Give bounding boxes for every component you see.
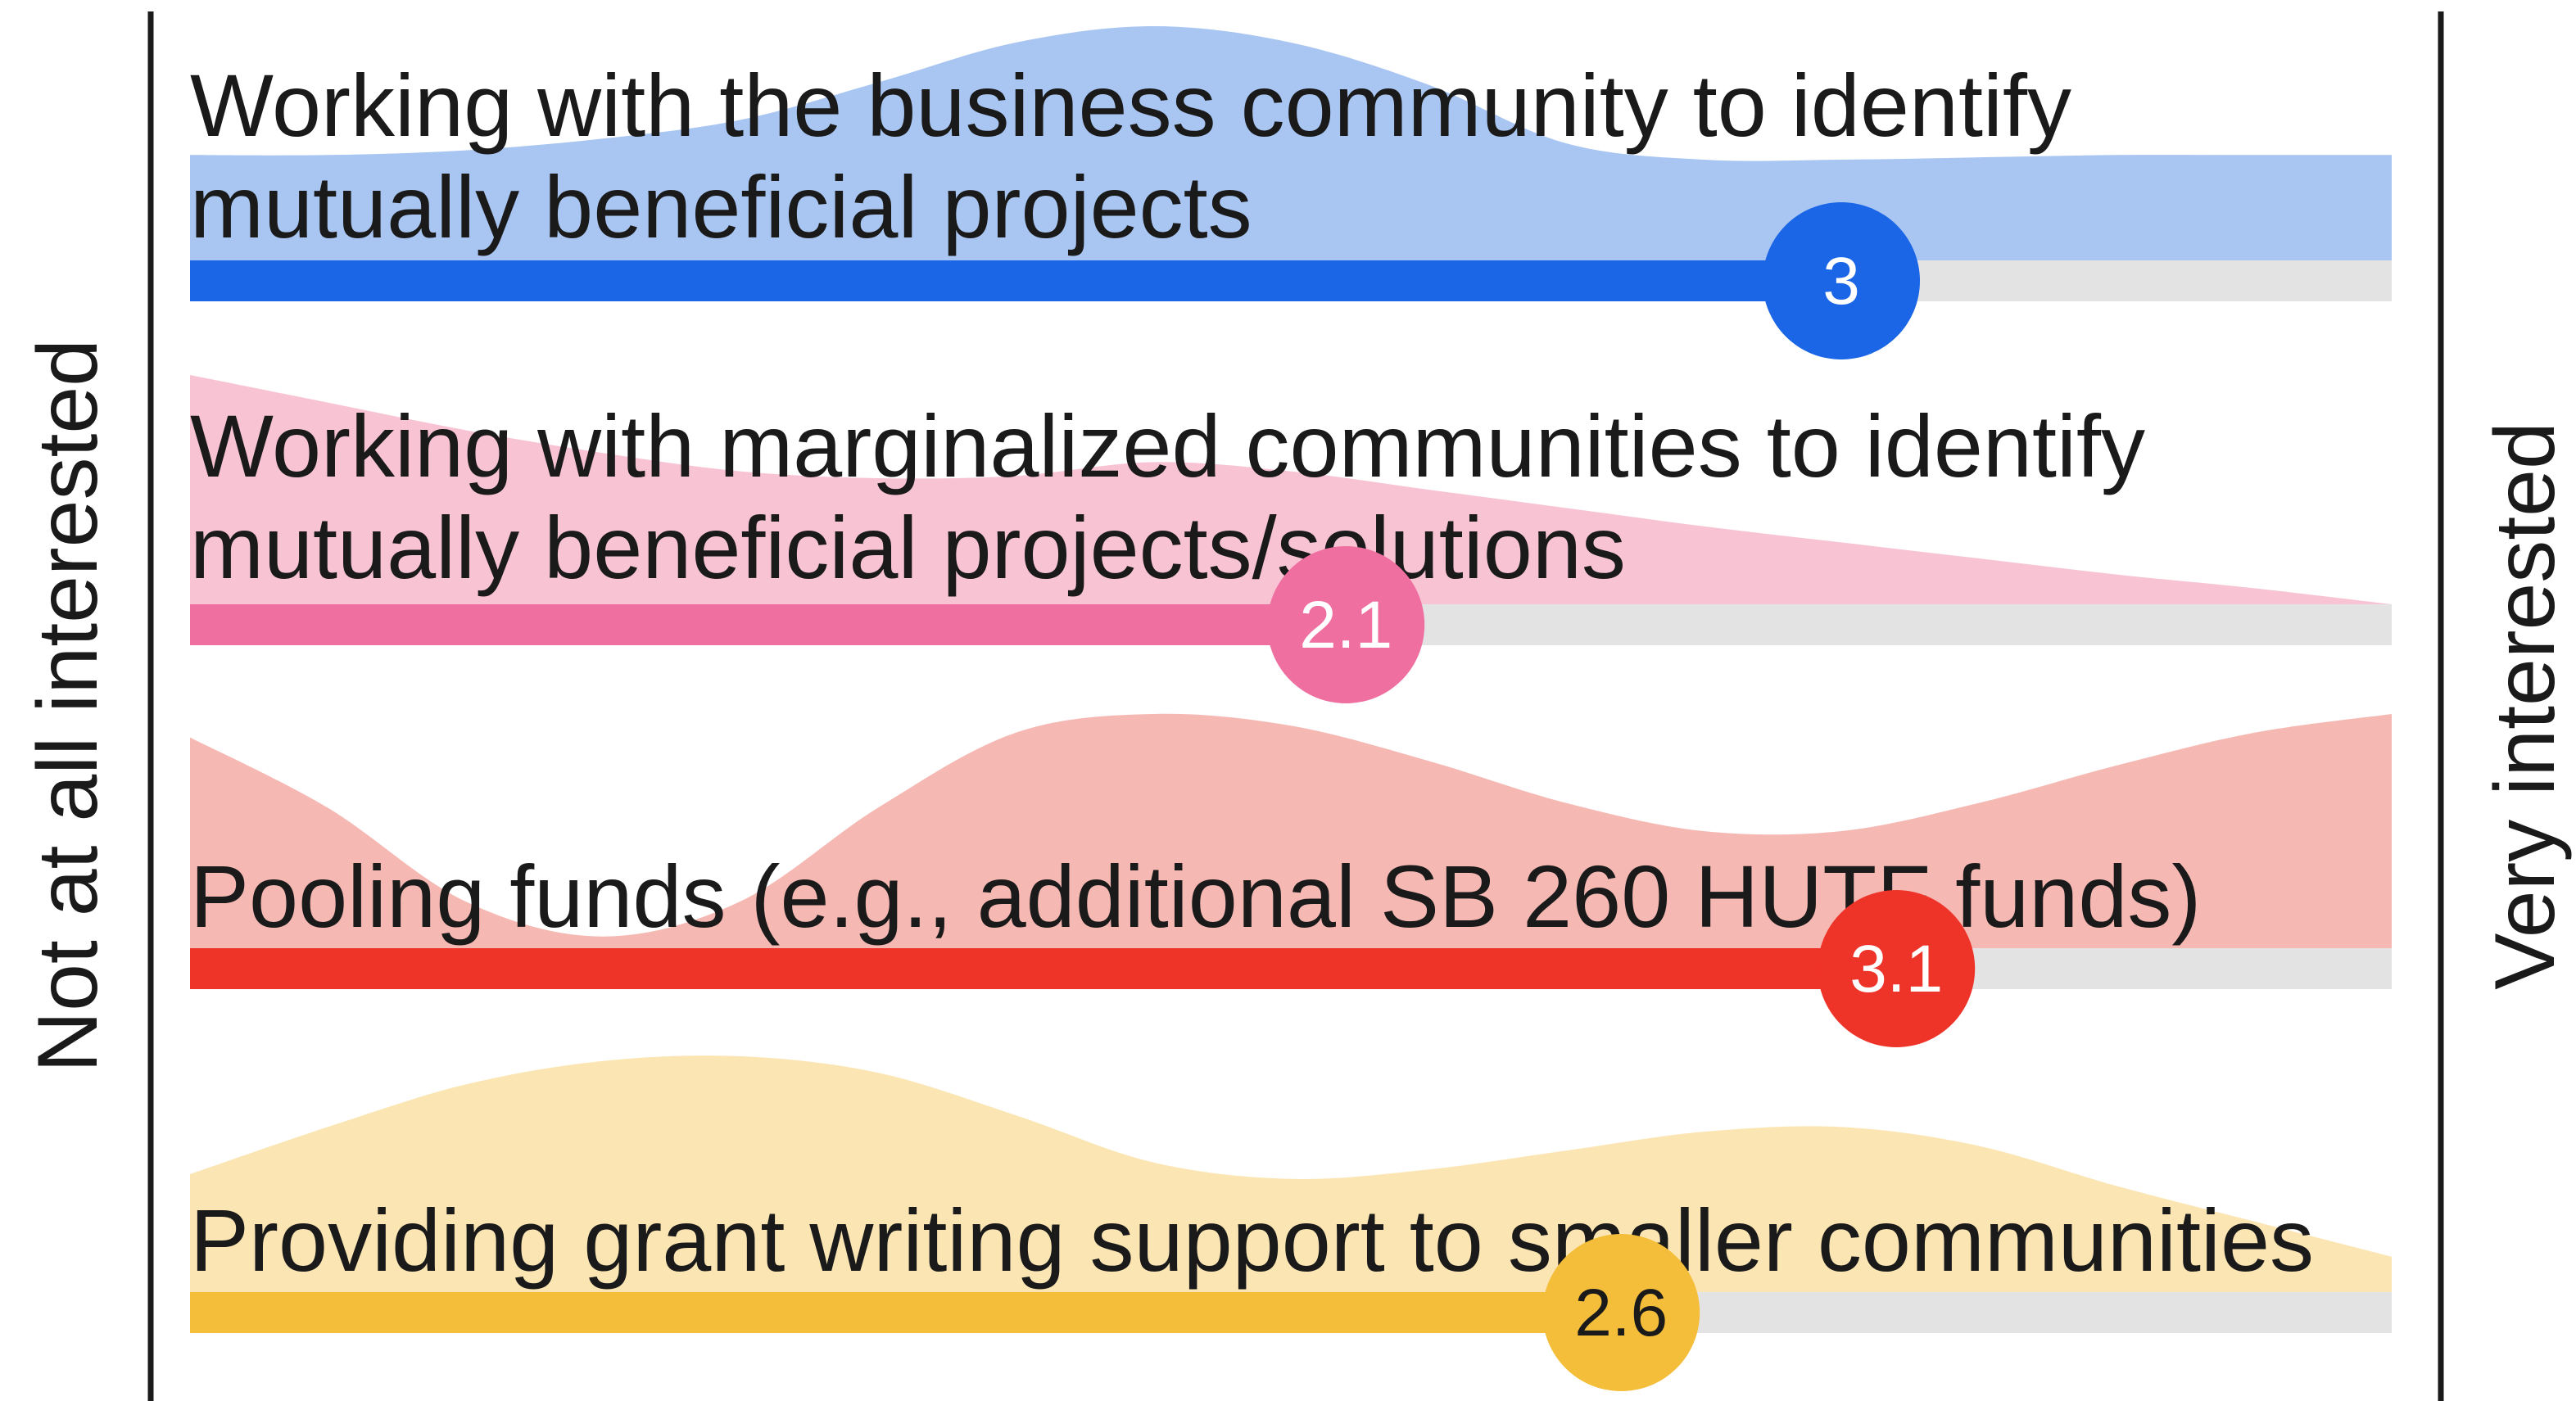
average-bar <box>190 260 1841 301</box>
item-label-line: Working with the business community to i… <box>190 56 2071 155</box>
average-badge-value: 3.1 <box>1849 932 1943 1006</box>
chart-area: Not at all interested Very interested Wo… <box>20 11 2573 1401</box>
average-bar <box>190 1292 1622 1333</box>
average-badge-value: 3 <box>1822 244 1860 319</box>
chart-row: Working with marginalized communities to… <box>190 375 2392 703</box>
average-bar <box>190 948 1897 989</box>
axis-right-label: Very interested <box>2478 422 2573 990</box>
chart-row: Pooling funds (e.g., additional SB 260 H… <box>190 713 2392 1047</box>
average-badge-value: 2.6 <box>1574 1276 1668 1350</box>
average-bar <box>190 604 1347 645</box>
item-label-line: Working with marginalized communities to… <box>190 396 2145 495</box>
axis-left-label: Not at all interested <box>20 339 115 1073</box>
item-label-line: mutually beneficial projects <box>190 157 1252 256</box>
chart-row: Working with the business community to i… <box>190 26 2392 359</box>
average-badge-value: 2.1 <box>1299 588 1392 662</box>
item-label-line: Providing grant writing support to small… <box>190 1191 2314 1290</box>
chart-rows: Working with the business community to i… <box>190 26 2392 1391</box>
chart-row: Providing grant writing support to small… <box>190 1055 2392 1391</box>
